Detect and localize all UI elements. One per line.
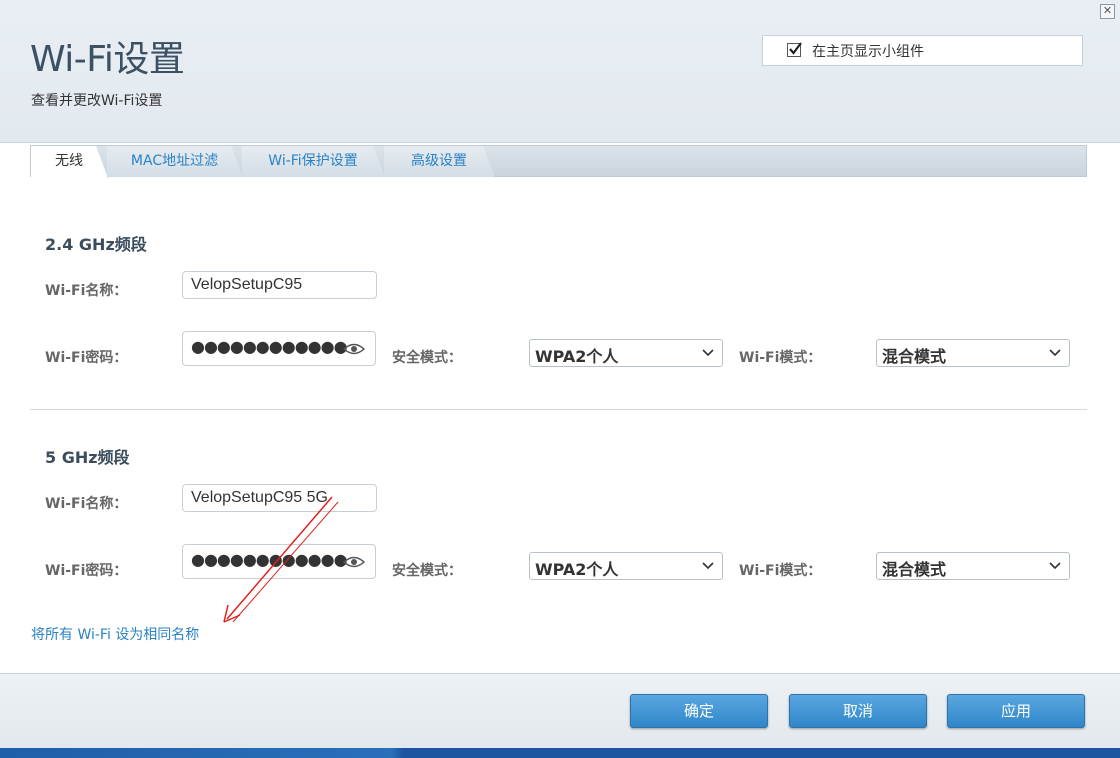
password-mask: ●●●●●●●●●●●● <box>191 550 348 569</box>
tab-mac-filter[interactable]: MAC地址过滤 <box>107 146 243 177</box>
close-icon[interactable]: ✕ <box>1100 4 1115 19</box>
wifi-password-input-24[interactable]: ●●●●●●●●●●●● <box>182 331 376 366</box>
eye-icon[interactable] <box>343 342 365 356</box>
wifi-password-label: Wi-Fi密码： <box>45 563 128 579</box>
security-mode-value: WPA2个人 <box>535 347 619 366</box>
show-widget-checkbox[interactable] <box>787 42 802 57</box>
page-subtitle: 查看并更改Wi-Fi设置 <box>31 93 163 109</box>
security-mode-select-24[interactable]: WPA2个人 <box>529 339 723 367</box>
band-24-title: 2.4 GHz频段 <box>45 235 147 254</box>
security-mode-label: 安全模式： <box>392 350 462 366</box>
apply-button[interactable]: 应用 <box>947 694 1085 728</box>
security-mode-value: WPA2个人 <box>535 560 619 579</box>
tab-wireless[interactable]: 无线 <box>31 146 108 178</box>
wifi-name-label: Wi-Fi名称： <box>45 496 128 512</box>
chevron-down-icon <box>702 562 714 570</box>
footer-bar: 确定 取消 应用 <box>0 673 1120 749</box>
taskbar-strip <box>0 748 1120 758</box>
eye-icon[interactable] <box>343 555 365 569</box>
wifi-mode-select-5[interactable]: 混合模式 <box>876 552 1070 580</box>
chevron-down-icon <box>702 349 714 357</box>
wifi-mode-value: 混合模式 <box>882 560 947 579</box>
password-mask: ●●●●●●●●●●●● <box>191 337 348 356</box>
tab-bar: 无线 MAC地址过滤 Wi-Fi保护设置 高级设置 <box>30 145 1087 177</box>
chevron-down-icon <box>1049 349 1061 357</box>
ok-button[interactable]: 确定 <box>630 694 768 728</box>
cancel-button[interactable]: 取消 <box>789 694 927 728</box>
checkmark-icon <box>789 42 802 55</box>
wifi-name-input-5[interactable] <box>182 484 377 512</box>
page-title: Wi-Fi设置 <box>30 39 185 80</box>
wifi-name-input-24[interactable] <box>182 271 377 299</box>
security-mode-label: 安全模式： <box>392 563 462 579</box>
show-widget-label: 在主页显示小组件 <box>812 44 924 60</box>
wifi-password-input-5[interactable]: ●●●●●●●●●●●● <box>182 544 376 579</box>
wifi-mode-select-24[interactable]: 混合模式 <box>876 339 1070 367</box>
chevron-down-icon <box>1049 562 1061 570</box>
wifi-name-label: Wi-Fi名称： <box>45 283 128 299</box>
wifi-mode-value: 混合模式 <box>882 347 947 366</box>
band-5-title: 5 GHz频段 <box>45 448 130 467</box>
security-mode-select-5[interactable]: WPA2个人 <box>529 552 723 580</box>
page-header: Wi-Fi设置 查看并更改Wi-Fi设置 ✕ 在主页显示小组件 <box>0 0 1120 143</box>
show-widget-toggle[interactable]: 在主页显示小组件 <box>762 35 1083 66</box>
wifi-password-label: Wi-Fi密码： <box>45 350 128 366</box>
same-name-link[interactable]: 将所有 Wi-Fi 设为相同名称 <box>31 624 199 644</box>
section-divider <box>30 409 1087 410</box>
tab-advanced[interactable]: 高级设置 <box>384 146 495 177</box>
wifi-mode-label: Wi-Fi模式： <box>739 563 822 579</box>
wifi-mode-label: Wi-Fi模式： <box>739 350 822 366</box>
tab-wps[interactable]: Wi-Fi保护设置 <box>242 146 385 177</box>
